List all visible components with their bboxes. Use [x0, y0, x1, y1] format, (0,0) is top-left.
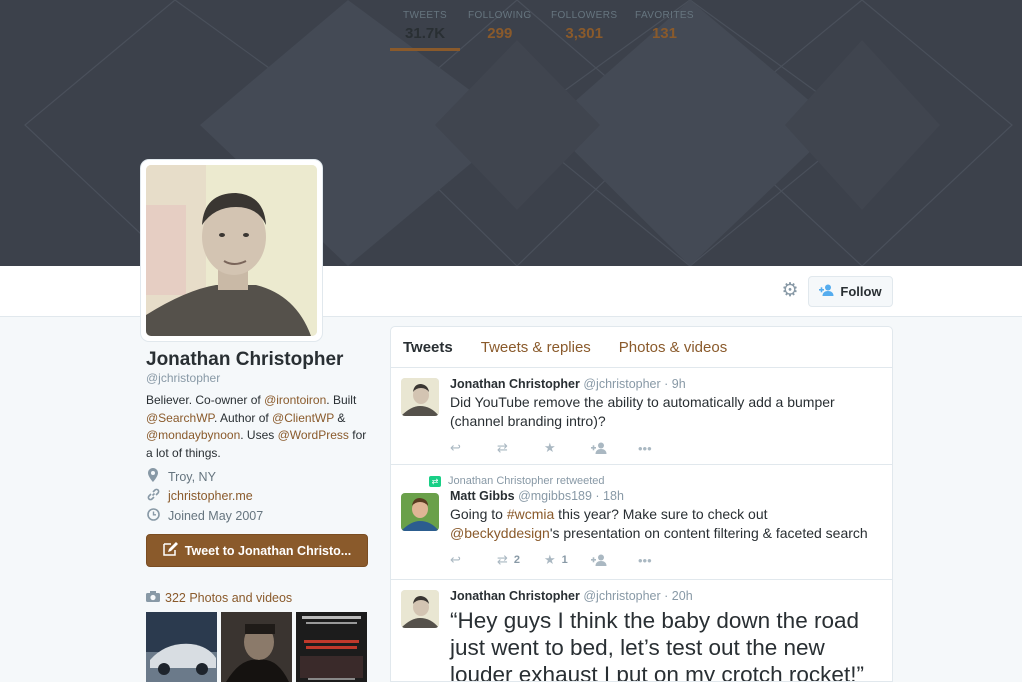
profile-handle[interactable]: @jchristopher — [146, 371, 220, 385]
bio-mention[interactable]: @irontoiron — [264, 393, 326, 407]
tweet-author-handle[interactable]: @mgibbs189 — [518, 489, 592, 503]
tweet-to-button[interactable]: Tweet to Jonathan Christo... — [146, 534, 368, 567]
gear-icon[interactable]: ⚙ — [780, 281, 800, 301]
favorite-count: 1 — [561, 554, 568, 566]
profile-bio: Believer. Co-owner of @irontoiron. Built… — [146, 392, 368, 462]
follow-icon[interactable] — [591, 442, 638, 454]
tweet-text: Did YouTube remove the ability to automa… — [450, 394, 835, 429]
profile-joined: Joined May 2007 — [146, 508, 263, 524]
tweet-actions: ↩ ⇄ ★ ••• — [450, 431, 880, 465]
photos-videos-link[interactable]: 322 Photos and videos — [146, 591, 292, 605]
timeline-tabs: Tweets Tweets & replies Photos & videos — [391, 327, 892, 368]
tweet-avatar[interactable] — [401, 493, 439, 531]
follow-label: Follow — [840, 284, 882, 299]
retweet-context: ⇄ Jonathan Christopher retweeted — [429, 475, 880, 487]
tweet-header: Jonathan Christopher @jchristopher · 9h — [450, 377, 880, 391]
tab-photos-videos[interactable]: Photos & videos — [619, 339, 727, 356]
retweet-context-text[interactable]: Jonathan Christopher retweeted — [448, 475, 605, 487]
bio-text: & — [334, 410, 346, 425]
timeline: Tweets Tweets & replies Photos & videos … — [390, 326, 893, 682]
stat-following[interactable]: FOLLOWING 299 — [468, 10, 532, 42]
tweet-avatar[interactable] — [401, 378, 439, 416]
bio-text: . Built — [326, 393, 357, 407]
more-icon[interactable]: ••• — [638, 441, 685, 456]
tab-tweets[interactable]: Tweets — [403, 339, 453, 356]
location-icon — [146, 468, 160, 485]
bio-text: Believer. Co-owner of — [146, 393, 265, 407]
tweet-time[interactable]: · 18h — [595, 489, 624, 503]
bio-mention[interactable]: @mondaybynoon — [146, 428, 240, 442]
stat-label: FAVORITES — [635, 10, 694, 21]
tweet-time[interactable]: · 9h — [664, 377, 686, 391]
reply-icon[interactable]: ↩ — [450, 440, 497, 456]
tweet[interactable]: Jonathan Christopher @jchristopher · 20h… — [391, 580, 892, 682]
stat-favorites[interactable]: FAVORITES 131 — [635, 10, 694, 42]
stat-value: 299 — [487, 25, 513, 42]
calendar-icon — [146, 508, 160, 524]
retweet-icon[interactable]: ⇄ 2 — [497, 552, 544, 568]
stat-value: 131 — [651, 25, 677, 42]
retweet-count: 2 — [513, 554, 521, 566]
location-text: Troy, NY — [168, 469, 216, 484]
bio-text: . Author of — [214, 410, 273, 425]
tweet[interactable]: ⇄ Jonathan Christopher retweeted Matt Gi… — [391, 465, 892, 580]
tweet-author-name[interactable]: Jonathan Christopher — [450, 377, 580, 391]
stat-value: 31.7K — [405, 25, 446, 42]
tweet-text: “Hey guys I think the baby down the road… — [450, 608, 864, 682]
stat-tweets[interactable]: TWEETS 31.7K — [389, 10, 461, 51]
tweet-time[interactable]: · 20h — [664, 589, 693, 603]
photos-label: 322 Photos and videos — [165, 591, 293, 605]
stat-label: FOLLOWING — [468, 10, 532, 21]
camera-icon — [146, 591, 160, 605]
avatar-photo — [146, 165, 317, 336]
tweet-text: Going to #wcmia this year? Make sure to … — [450, 505, 880, 543]
tweet-author-name[interactable]: Matt Gibbs — [450, 489, 515, 503]
tab-tweets-replies[interactable]: Tweets & replies — [481, 339, 591, 356]
retweet-icon: ⇄ — [429, 475, 441, 487]
tweet-actions: ↩ ⇄ 2 ★ 1 ••• — [450, 543, 880, 577]
profile-website: jchristopher.me — [146, 488, 253, 504]
joined-text: Joined May 2007 — [168, 509, 264, 523]
follow-button[interactable]: Follow — [808, 276, 893, 307]
mention-link[interactable]: @beckyddesign — [450, 525, 550, 541]
bio-mention[interactable]: @ClientWP — [272, 411, 334, 425]
tweet-header: Matt Gibbs @mgibbs189 · 18h — [450, 489, 880, 503]
retweet-icon[interactable]: ⇄ — [497, 440, 544, 456]
website-link[interactable]: jchristopher.me — [168, 489, 253, 503]
link-icon — [146, 488, 160, 504]
bio-mention[interactable]: @SearchWP — [146, 411, 214, 425]
favorite-icon[interactable]: ★ — [544, 440, 591, 456]
bio-text: . Uses — [240, 428, 278, 442]
stat-label: TWEETS — [403, 10, 448, 21]
follow-icon[interactable] — [591, 554, 638, 566]
profile-avatar[interactable] — [141, 160, 322, 341]
profile-name[interactable]: Jonathan Christopher — [146, 349, 343, 371]
photo-thumbnail[interactable] — [146, 612, 217, 682]
photo-thumbnail[interactable] — [296, 612, 367, 682]
profile-location: Troy, NY — [146, 468, 216, 485]
hashtag-link[interactable]: #wcmia — [507, 506, 554, 522]
tweet-to-label: Tweet to Jonathan Christo... — [184, 543, 352, 558]
photo-thumbnail[interactable] — [221, 612, 292, 682]
tweet-author-name[interactable]: Jonathan Christopher — [450, 589, 580, 603]
stat-followers[interactable]: FOLLOWERS 3,301 — [551, 10, 617, 42]
tweet-text-part: Going to — [450, 506, 507, 522]
tweet-header: Jonathan Christopher @jchristopher · 20h — [450, 589, 880, 603]
tweet-text-part: 's presentation on content filtering & f… — [549, 525, 868, 541]
stat-label: FOLLOWERS — [551, 10, 618, 21]
tweet[interactable]: Jonathan Christopher @jchristopher · 9h … — [391, 368, 892, 465]
stat-value: 3,301 — [565, 25, 603, 42]
tweet-author-handle[interactable]: @jchristopher — [583, 377, 660, 391]
compose-icon — [163, 542, 179, 559]
tweet-text-part: this year? Make sure to check out — [554, 506, 768, 522]
bio-mention[interactable]: @WordPress — [278, 428, 349, 442]
tweet-author-handle[interactable]: @jchristopher — [583, 589, 660, 603]
more-icon[interactable]: ••• — [638, 553, 685, 568]
tweet-avatar[interactable] — [401, 590, 439, 628]
follow-user-icon — [819, 284, 834, 299]
reply-icon[interactable]: ↩ — [450, 552, 497, 568]
favorite-icon[interactable]: ★ 1 — [544, 552, 591, 568]
